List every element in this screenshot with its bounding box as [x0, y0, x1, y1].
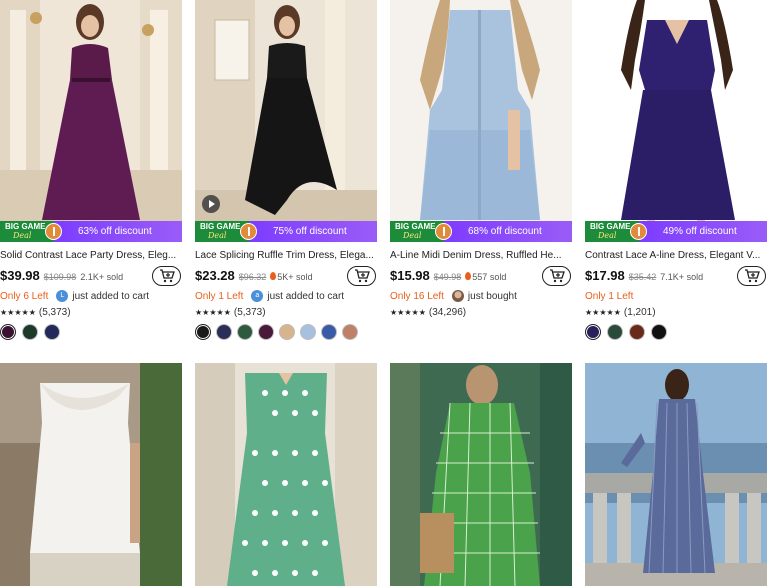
original-price: $109.98: [43, 272, 77, 282]
color-swatch[interactable]: [237, 324, 253, 340]
rating: ★★★★★ (5,373): [195, 306, 266, 318]
big-game-deal-badge: BIG GAME Deal: [390, 221, 452, 242]
rating: ★★★★★ (34,296): [390, 306, 466, 318]
star-rating-icon: ★★★★★: [0, 307, 36, 317]
color-swatch[interactable]: [607, 324, 623, 340]
star-rating-icon: ★★★★★: [195, 307, 231, 317]
product-image[interactable]: [390, 0, 572, 242]
review-count: (5,373): [233, 306, 266, 318]
original-price: $49.98: [433, 272, 462, 282]
football-icon: [240, 223, 257, 240]
rating: ★★★★★ (5,373): [0, 306, 71, 318]
discount-label: 75% off discount: [249, 221, 377, 242]
color-swatch[interactable]: [279, 324, 295, 340]
review-count: (1,201): [623, 306, 656, 318]
football-icon: [45, 223, 62, 240]
star-rating-icon: ★★★★★: [390, 307, 426, 317]
activity-text: just added to cart: [267, 290, 345, 302]
avatar: a: [251, 290, 264, 302]
discount-banner: BIG GAME Deal 75% off discount: [195, 221, 377, 242]
activity-row: Only 1 Left a just added to cart: [195, 289, 344, 303]
stock-left: Only 1 Left: [585, 290, 634, 302]
price-row: $15.98 $49.98 557 sold: [390, 268, 506, 284]
sale-price: $23.28: [195, 268, 235, 283]
product-title[interactable]: A-Line Midi Denim Dress, Ruffled He...: [390, 250, 572, 261]
flame-icon: [465, 272, 472, 280]
discount-label: 49% off discount: [639, 221, 767, 242]
product-title[interactable]: Solid Contrast Lace Party Dress, Eleg...: [0, 250, 182, 261]
stock-left: Only 6 Left: [0, 290, 49, 302]
stock-left: Only 16 Left: [390, 290, 444, 302]
discount-banner: BIG GAME Deal 49% off discount: [585, 221, 767, 242]
discount-banner: BIG GAME Deal 63% off discount: [0, 221, 182, 242]
product-title[interactable]: Contrast Lace A-line Dress, Elegant V...: [585, 250, 767, 261]
discount-label: 63% off discount: [54, 221, 182, 242]
color-swatch[interactable]: [629, 324, 645, 340]
big-game-deal-badge: BIG GAME Deal: [585, 221, 647, 242]
price-row: $39.98 $109.98 2.1K+ sold: [0, 268, 123, 284]
product-title[interactable]: Lace Splicing Ruffle Trim Dress, Elega..…: [195, 250, 377, 261]
color-swatch[interactable]: [651, 324, 667, 340]
add-to-cart-button[interactable]: [152, 266, 181, 286]
review-count: (5,373): [38, 306, 71, 318]
football-icon: [435, 223, 452, 240]
product-image[interactable]: [0, 0, 182, 242]
color-swatch[interactable]: [321, 324, 337, 340]
color-swatch[interactable]: [22, 324, 38, 340]
color-swatch[interactable]: [585, 324, 601, 340]
product-image[interactable]: [390, 363, 572, 586]
color-swatch[interactable]: [258, 324, 274, 340]
original-price: $35.42: [628, 272, 657, 282]
activity-row: Only 6 Left L just added to cart: [0, 289, 149, 303]
add-to-cart-button[interactable]: [347, 266, 376, 286]
discount-banner: BIG GAME Deal 68% off discount: [390, 221, 572, 242]
stock-left: Only 1 Left: [195, 290, 244, 302]
star-rating-icon: ★★★★★: [585, 307, 621, 317]
product-image[interactable]: [195, 0, 377, 242]
sold-count: 5K+ sold: [270, 272, 313, 282]
big-game-deal-badge: BIG GAME Deal: [0, 221, 62, 242]
price-row: $17.98 $35.42 7.1K+ sold: [585, 268, 703, 284]
color-swatches: [195, 324, 358, 340]
cart-plus-icon: [744, 269, 760, 283]
product-image[interactable]: [585, 363, 767, 586]
product-image[interactable]: [0, 363, 182, 586]
avatar: [451, 290, 464, 302]
cart-plus-icon: [549, 269, 565, 283]
sold-count: 557 sold: [465, 272, 506, 282]
color-swatch[interactable]: [300, 324, 316, 340]
discount-label: 68% off discount: [444, 221, 572, 242]
color-swatch[interactable]: [0, 324, 16, 340]
activity-row: Only 16 Left just bought: [390, 289, 517, 303]
activity-text: just added to cart: [72, 290, 150, 302]
cart-plus-icon: [354, 269, 370, 283]
add-to-cart-button[interactable]: [542, 266, 571, 286]
sold-count: 7.1K+ sold: [660, 272, 704, 282]
sale-price: $17.98: [585, 268, 625, 283]
play-video-button[interactable]: [202, 195, 220, 213]
football-icon: [630, 223, 647, 240]
price-row: $23.28 $96.32 5K+ sold: [195, 268, 313, 284]
sold-count: 2.1K+ sold: [80, 272, 124, 282]
add-to-cart-button[interactable]: [737, 266, 766, 286]
activity-row: Only 1 Left: [585, 289, 633, 303]
product-image[interactable]: [585, 0, 767, 242]
sale-price: $39.98: [0, 268, 40, 283]
original-price: $96.32: [238, 272, 267, 282]
color-swatch[interactable]: [195, 324, 211, 340]
activity-text: just bought: [467, 290, 517, 302]
color-swatch[interactable]: [342, 324, 358, 340]
color-swatches: [585, 324, 667, 340]
color-swatch[interactable]: [44, 324, 60, 340]
sale-price: $15.98: [390, 268, 430, 283]
rating: ★★★★★ (1,201): [585, 306, 656, 318]
color-swatch[interactable]: [216, 324, 232, 340]
cart-plus-icon: [159, 269, 175, 283]
big-game-deal-badge: BIG GAME Deal: [195, 221, 257, 242]
avatar: L: [56, 290, 69, 302]
color-swatches: [0, 324, 60, 340]
flame-icon: [270, 272, 277, 280]
review-count: (34,296): [428, 306, 467, 318]
product-image[interactable]: [195, 363, 377, 586]
